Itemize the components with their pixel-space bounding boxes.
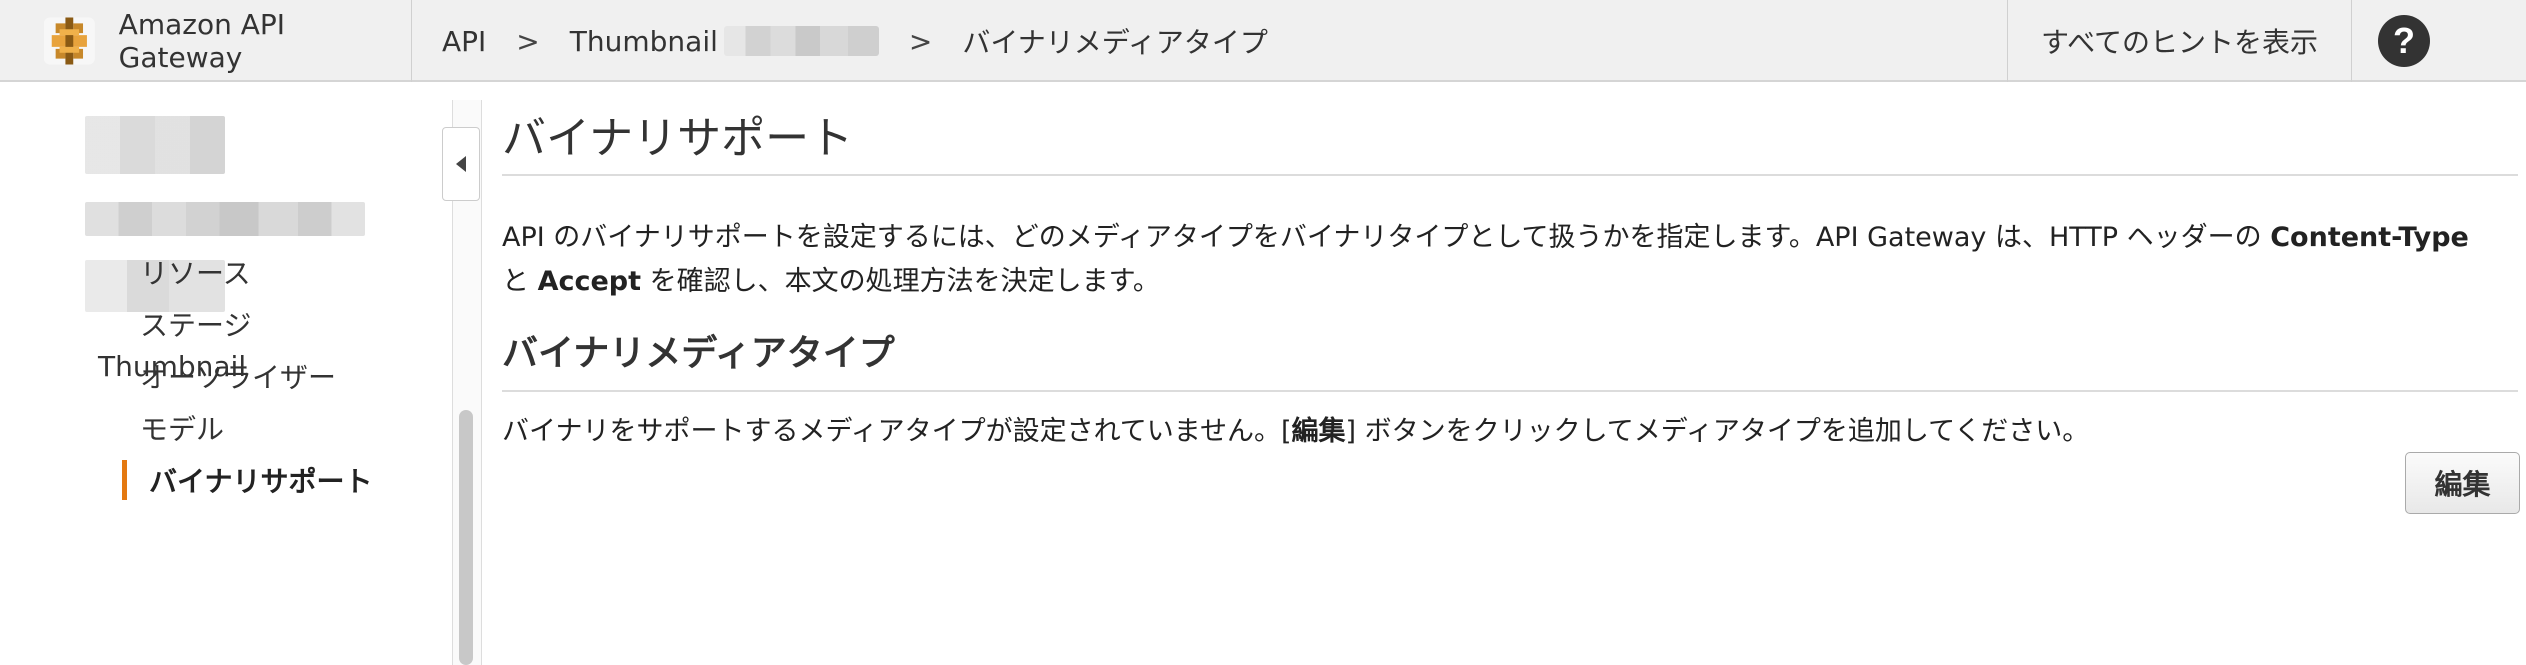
divider xyxy=(502,390,2518,392)
breadcrumb-separator: > xyxy=(908,24,933,58)
description-text: を確認し、本文の処理方法を決定します。 xyxy=(641,266,1160,297)
collapse-left-icon xyxy=(456,156,466,172)
sidebar-scrollbar[interactable] xyxy=(459,410,473,665)
redacted-block xyxy=(85,116,225,174)
empty-message-text: ] ボタンをクリックしてメディアタイプを追加してください。 xyxy=(1345,416,2090,447)
redacted-api-id xyxy=(723,26,879,56)
brand-name: Amazon API Gateway xyxy=(118,8,286,74)
breadcrumb: API > Thumbnail > バイナリメディアタイプ xyxy=(442,0,1268,82)
breadcrumb-api-name[interactable]: Thumbnail xyxy=(570,25,718,58)
top-navigation-bar: Amazon API Gateway API > Thumbnail > バイナ… xyxy=(0,0,2526,82)
breadcrumb-current: バイナリメディアタイプ xyxy=(962,26,1268,59)
page-title: バイナリサポート xyxy=(502,113,854,164)
brand[interactable]: Amazon API Gateway xyxy=(10,0,412,82)
sidebar-item-resources[interactable]: リソース xyxy=(140,252,251,292)
divider xyxy=(502,174,2518,176)
show-all-hints-button[interactable]: すべてのヒントを表示 xyxy=(2007,0,2352,82)
sidebar-item-models[interactable]: モデル xyxy=(140,408,224,448)
sidebar-item-authorizers[interactable]: オーソライザー xyxy=(140,356,336,396)
empty-state-message: バイナリをサポートするメディアタイプが設定されていません。[編集] ボタンをクリ… xyxy=(502,409,2089,448)
collapse-sidebar-button[interactable] xyxy=(442,127,480,201)
description-text: API のバイナリサポートを設定するには、どのメディアタイプをバイナリタイプとし… xyxy=(502,222,2271,253)
help-icon[interactable]: ? xyxy=(2378,15,2430,67)
sidebar-item-binary-support[interactable]: バイナリサポート xyxy=(122,460,372,500)
api-gateway-logo-icon xyxy=(43,17,95,65)
description: API のバイナリサポートを設定するには、どのメディアタイプをバイナリタイプとし… xyxy=(502,216,2518,304)
section-title: バイナリメディアタイプ xyxy=(502,333,895,374)
empty-message-text: バイナリをサポートするメディアタイプが設定されていません。[ xyxy=(502,416,1292,447)
empty-message-bold: 編集 xyxy=(1291,416,1346,447)
content-type-term: Content-Type xyxy=(2270,222,2469,253)
description-text: と xyxy=(502,266,538,297)
edit-button[interactable]: 編集 xyxy=(2405,452,2520,514)
sidebar: Thumbnail リソース ステージ オーソライザー モデル バイナリサポート xyxy=(0,84,440,665)
breadcrumb-separator: > xyxy=(516,24,540,58)
breadcrumb-api[interactable]: API xyxy=(442,25,486,58)
accept-term: Accept xyxy=(537,266,642,297)
sidebar-item-stages[interactable]: ステージ xyxy=(140,304,251,344)
redacted-block xyxy=(85,202,365,236)
